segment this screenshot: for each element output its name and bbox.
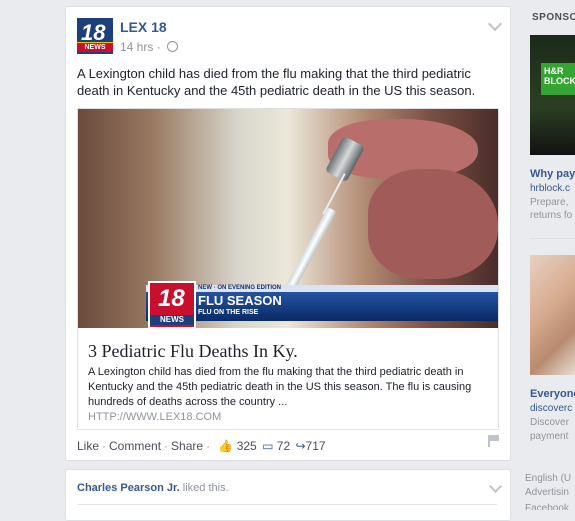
ad1-title[interactable]: Why pay	[530, 168, 575, 180]
post-card: 18 NEWS LEX 18 14 hrs · A Lexington chil…	[65, 6, 511, 461]
news-logo-number: 18	[158, 285, 185, 312]
post-text: A Lexington child has died from the flu …	[77, 66, 476, 98]
hrblock-logo: H&R BLOCK	[541, 63, 575, 95]
ad2-title[interactable]: Everyone	[530, 388, 575, 400]
hand-shape-2	[368, 169, 498, 279]
facebook-footer: Facebook	[525, 503, 569, 510]
comments-count[interactable]: 72	[277, 439, 290, 453]
sidebar-divider	[530, 238, 575, 239]
ad1-text: Prepare,	[530, 197, 569, 208]
language-link[interactable]: English (U	[525, 472, 571, 485]
news-lower-third: NEW · ON EVENING EDITION FLU SEASON FLU …	[146, 285, 498, 321]
ad1-text-2: returns fo	[530, 210, 573, 221]
share-button[interactable]: Share	[171, 439, 203, 453]
advertising-link[interactable]: Advertisin	[525, 486, 569, 499]
link-domain: HTTP://WWW.LEX18.COM	[88, 411, 222, 423]
lower-third-kicker: NEW · ON EVENING EDITION	[198, 285, 282, 291]
thumbs-up-icon[interactable]: 👍	[218, 439, 233, 453]
link-description: A Lexington child has died from the flu …	[88, 366, 472, 408]
lower-third-title: FLU SEASON	[198, 293, 282, 308]
sponsored-heading: SPONSORED	[532, 12, 575, 23]
like-button[interactable]: Like	[77, 439, 99, 453]
page-avatar[interactable]: 18 NEWS	[77, 18, 113, 54]
link-title[interactable]: 3 Pediatric Flu Deaths In Ky.	[88, 341, 298, 362]
post-actions: Like · Comment · Share · 👍 325 ▭ 72 ↪717	[77, 439, 326, 453]
ad2-text: Discover	[530, 417, 569, 428]
link-preview[interactable]: NEW · ON EVENING EDITION FLU SEASON FLU …	[77, 108, 499, 430]
chevron-down-icon[interactable]	[487, 16, 503, 32]
ad-image-hrblock[interactable]: H&R BLOCK	[530, 35, 575, 155]
friend-name-link[interactable]: Charles Pearson Jr.	[77, 482, 180, 494]
lower-third-subtitle: FLU ON THE RISE	[198, 309, 259, 316]
shares-count[interactable]: 717	[306, 439, 326, 453]
news-logo-news: NEWS	[150, 315, 194, 325]
flag-icon[interactable]	[488, 435, 499, 447]
globe-icon[interactable]	[167, 41, 179, 52]
ad2-text-2: payment	[530, 431, 569, 442]
chevron-down-icon[interactable]	[489, 480, 502, 493]
activity-line: Charles Pearson Jr. liked this.	[77, 482, 229, 494]
post-meta: 14 hrs ·	[120, 40, 179, 54]
news-logo: 18 NEWS	[148, 281, 196, 328]
activity-card: Charles Pearson Jr. liked this.	[65, 469, 511, 521]
activity-action: liked this.	[182, 482, 229, 494]
right-sidebar: SPONSORED H&R BLOCK Why pay hrblock.c Pr…	[519, 0, 575, 510]
syringe-shape	[285, 206, 337, 292]
ad2-title-2[interactable]: discoverc	[530, 403, 572, 414]
share-icon[interactable]: ↪	[295, 439, 305, 453]
page-name-link[interactable]: LEX 18	[120, 19, 167, 35]
post-timestamp[interactable]: 14 hrs	[120, 40, 153, 54]
avatar-news: NEWS	[77, 43, 113, 52]
ad-image-2[interactable]	[530, 255, 575, 375]
divider	[77, 504, 497, 505]
comment-button[interactable]: Comment	[109, 439, 161, 453]
ad1-domain[interactable]: hrblock.c	[530, 183, 570, 194]
link-image[interactable]: NEW · ON EVENING EDITION FLU SEASON FLU …	[78, 109, 498, 328]
comment-icon[interactable]: ▭	[262, 439, 273, 453]
likes-count[interactable]: 325	[237, 439, 257, 453]
